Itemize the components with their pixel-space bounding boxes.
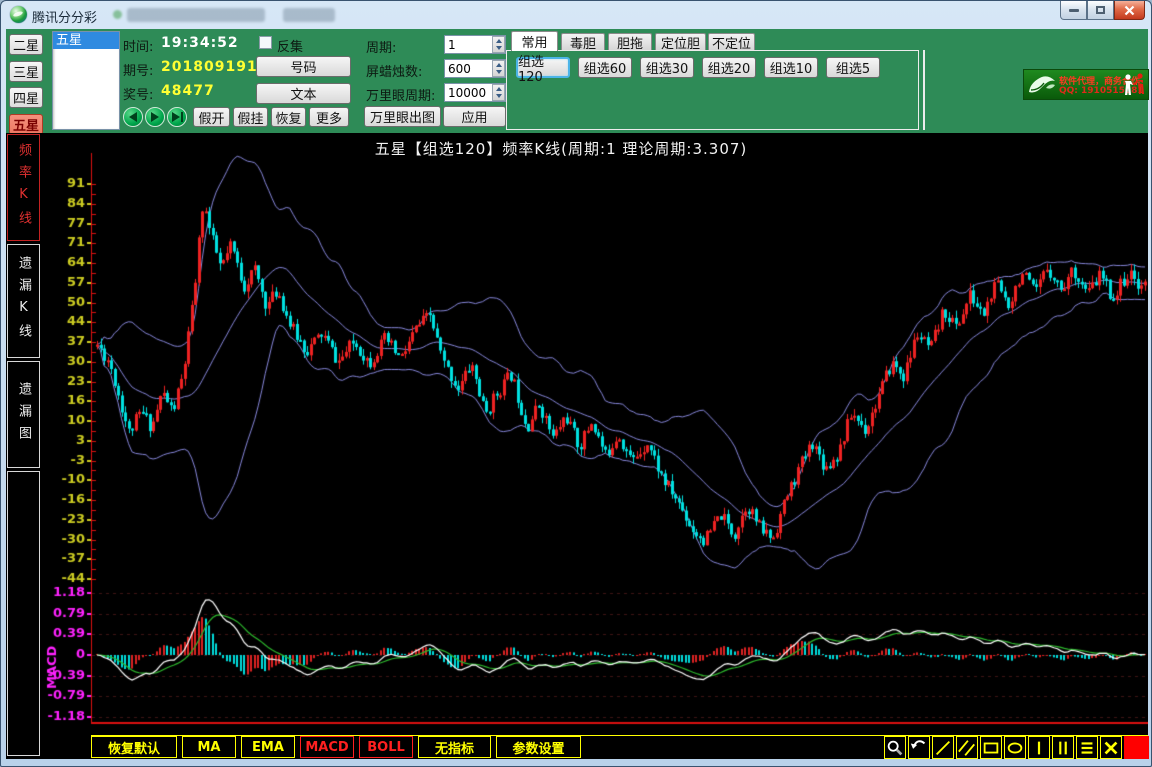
window-controls [1060,1,1145,20]
prev-button[interactable] [123,107,143,127]
candles-label: 屏蜡烛数: [366,61,422,80]
tab-empty[interactable] [7,471,40,756]
restore-button[interactable]: 恢复 [271,107,306,127]
side-tab-label: 频率K线 [14,143,33,233]
candles-spinner[interactable] [492,60,505,77]
period-label: 周期: [366,37,396,56]
star-button-2[interactable]: 二星 [9,34,43,55]
category-tab-1[interactable]: 毒胆 [561,33,605,50]
time-label: 时间: [123,36,153,55]
chart-area: 频率K线遗漏K线遗漏图 五星【组选120】频率K线(周期:1 理论周期:3.30… [6,133,1148,759]
group-select-button-30[interactable]: 组选30 [640,57,694,78]
play-icon [151,112,159,122]
app-window: 腾讯分分彩 二星三星四星五星 五星 时间: 19:34:52 期号: 20180… [0,0,1152,767]
apply-button[interactable]: 应用 [443,106,506,127]
delete-x-icon[interactable] [1100,736,1122,759]
maximize-icon [1096,6,1105,14]
magnifier-icon[interactable] [884,736,906,759]
ad-banner[interactable]: 软件代理，商务合作 QQ: 1910515081 [1023,69,1149,100]
vertical-line-icon[interactable] [1028,736,1050,759]
indicator-button-EMA[interactable]: EMA [241,736,295,758]
group-select-button-20[interactable]: 组选20 [702,57,756,78]
time-value: 19:34:52 [161,35,239,51]
kline-chart-canvas[interactable] [41,133,1148,733]
titlebar: 腾讯分分彩 [1,1,1152,29]
group-select-button-60[interactable]: 组选60 [578,57,632,78]
control-panel: 二星三星四星五星 五星 时间: 19:34:52 期号: 20180919117… [6,29,1148,133]
background-window-icon-blur [113,10,122,19]
close-icon [1124,5,1135,16]
issue-label: 期号: [123,60,153,79]
star-button-3[interactable]: 三星 [9,61,43,82]
category-tab-0[interactable]: 常用 [511,31,558,51]
minimize-button[interactable] [1060,1,1087,20]
prev-icon [129,112,137,122]
text-button[interactable]: 文本 [256,83,351,104]
wanliyan-spinner[interactable] [492,84,505,101]
trendline-icon[interactable] [932,736,954,759]
period-spinner[interactable] [492,36,505,53]
spin-down-icon [496,70,502,74]
prize-value: 48477 [161,83,215,99]
spin-up-icon [496,63,502,67]
next-button[interactable] [167,107,187,127]
color-swatch-red[interactable] [1124,736,1149,759]
listbox-selected-item[interactable]: 五星 [53,32,119,49]
indicator-button-MA[interactable]: MA [182,736,236,758]
next-icon [172,112,180,122]
side-tab-label: 遗漏K线 [14,256,33,346]
indicator-button-恢复默认[interactable]: 恢复默认 [91,736,177,758]
spin-up-icon [496,39,502,43]
indicator-button-MACD[interactable]: MACD [300,736,354,758]
star-button-4[interactable]: 四星 [9,87,43,108]
wanliyan-label: 万里眼周期: [366,85,435,104]
ellipse-icon[interactable] [1004,736,1026,759]
tab-omission-kline[interactable]: 遗漏K线 [7,244,40,358]
maximize-button[interactable] [1087,1,1114,20]
group-select-button-5[interactable]: 组选5 [826,57,880,78]
spin-down-icon [496,94,502,98]
panel-divider [923,50,925,130]
window-title: 腾讯分分彩 [32,7,97,26]
next-bar-icon [181,112,183,122]
spin-up-icon [496,87,502,91]
wanliyan-chart-button[interactable]: 万里眼出图 [364,106,441,127]
client-area: 二星三星四星五星 五星 时间: 19:34:52 期号: 20180919117… [6,29,1148,759]
rectangle-icon[interactable] [980,736,1002,759]
star-button-5[interactable]: 五星 [9,114,43,135]
indicator-button-参数设置[interactable]: 参数设置 [496,736,581,758]
spin-down-icon [496,46,502,50]
category-tab-2[interactable]: 胆拖 [608,33,652,50]
number-button[interactable]: 号码 [256,56,351,77]
leaf-logo-icon [1026,72,1058,100]
anti-set-label: 反集 [277,36,303,55]
group-select-button-10[interactable]: 组选10 [764,57,818,78]
prize-label: 奖号: [123,84,153,103]
horizontal-lines-icon[interactable] [1076,736,1098,759]
indicator-button-无指标[interactable]: 无指标 [418,736,491,758]
side-tab-label: 遗漏图 [14,382,33,448]
background-window-blur [127,8,265,22]
fake-open-button[interactable]: 假开 [193,107,230,127]
category-tab-4[interactable]: 不定位 [708,33,755,50]
play-button[interactable] [145,107,165,127]
anti-set-checkbox[interactable] [259,36,272,49]
category-tab-3[interactable]: 定位胆 [655,33,706,50]
app-logo-icon [10,6,27,23]
undo-icon[interactable] [908,736,930,759]
double-vertical-line-icon[interactable] [1052,736,1074,759]
group-select-button-120[interactable]: 组选120 [516,57,570,78]
star-listbox[interactable]: 五星 [52,31,120,130]
more-button[interactable]: 更多 [309,107,349,127]
tab-omission-chart[interactable]: 遗漏图 [7,361,40,468]
minimize-icon [1069,9,1079,12]
handshake-figures-icon [1121,71,1147,99]
tab-frequency-kline[interactable]: 频率K线 [7,134,40,241]
background-window-blur [283,8,335,22]
fake-hang-button[interactable]: 假挂 [233,107,268,127]
indicator-button-BOLL[interactable]: BOLL [359,736,413,758]
close-button[interactable] [1114,1,1145,20]
parallel-lines-icon[interactable] [956,736,978,759]
